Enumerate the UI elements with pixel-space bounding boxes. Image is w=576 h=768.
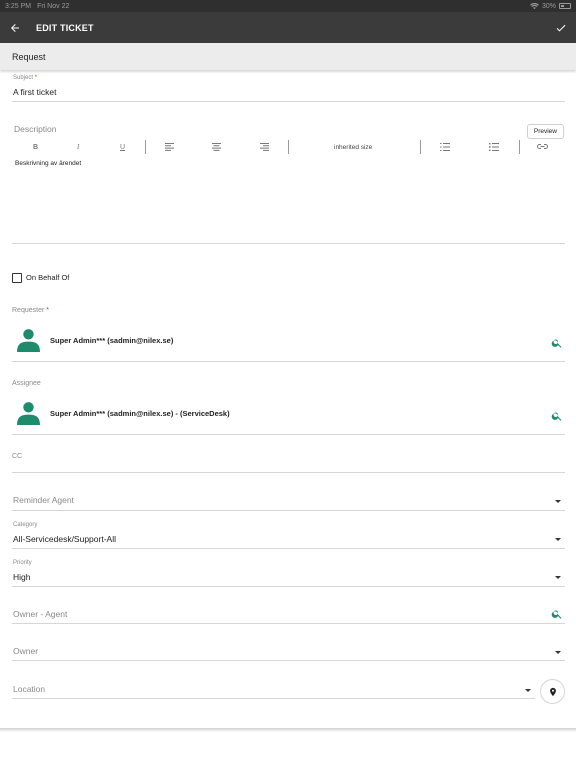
requester-name: Super Admin*** (sadmin@nilex.se) [50, 336, 174, 345]
chevron-down-icon[interactable] [555, 538, 561, 541]
align-center-icon[interactable] [212, 143, 221, 151]
map-pin-icon [549, 687, 556, 696]
search-icon[interactable] [551, 410, 563, 422]
search-icon[interactable] [551, 608, 563, 620]
back-button[interactable] [0, 22, 30, 34]
search-icon[interactable] [551, 337, 563, 349]
owner-agent-placeholder: Owner - Agent [13, 609, 68, 619]
underline-button[interactable]: U [120, 144, 125, 151]
align-right-icon[interactable] [260, 143, 269, 151]
numbered-list-icon[interactable] [489, 143, 499, 151]
assignee-field[interactable]: Super Admin*** (sadmin@nilex.se) - (Serv… [12, 393, 565, 435]
priority-select[interactable]: Priority High [12, 559, 565, 587]
section-header: Request [0, 43, 576, 70]
subject-input[interactable]: A first ticket [13, 87, 56, 97]
ticket-form: Subject * A first ticket Description Pre… [0, 70, 576, 730]
chevron-down-icon[interactable] [555, 651, 561, 654]
on-behalf-of-label: On Behalf Of [26, 273, 70, 282]
link-icon[interactable] [537, 143, 548, 150]
italic-button[interactable]: I [77, 143, 79, 151]
section-title: Request [12, 51, 46, 62]
wifi-icon [530, 2, 539, 9]
assignee-name: Super Admin*** (sadmin@nilex.se) - (Serv… [50, 409, 230, 418]
arrow-left-icon [11, 23, 19, 32]
assignee-label: Assignee [12, 380, 41, 387]
requester-label: Requester * [12, 307, 49, 314]
subject-label: Subject * [13, 75, 38, 81]
bullet-list-icon[interactable] [440, 143, 450, 151]
person-icon [17, 329, 40, 352]
status-time: 3:25 PM [5, 2, 32, 10]
font-size-select[interactable]: inherited size [334, 144, 372, 151]
owner-placeholder: Owner [13, 646, 39, 656]
toolbar-divider [145, 140, 146, 154]
save-button[interactable] [546, 22, 576, 34]
location-select[interactable]: Location [12, 680, 535, 699]
owner-agent-field[interactable]: Owner - Agent [12, 605, 565, 624]
subject-field[interactable]: Subject * A first ticket [12, 74, 565, 102]
battery-icon [559, 3, 571, 9]
editor-toolbar: B I U inherited size [12, 140, 565, 154]
status-bar: 3:25 PM Fri Nov 22 30% [0, 0, 576, 12]
align-left-icon[interactable] [165, 143, 174, 151]
description-editor[interactable]: Beskrivning av ärendet [15, 160, 81, 167]
location-pin-button[interactable] [540, 679, 565, 704]
cc-label: CC [12, 453, 23, 460]
cc-field[interactable]: CC [12, 452, 565, 473]
on-behalf-of-checkbox[interactable] [12, 273, 22, 283]
chevron-down-icon[interactable] [555, 576, 561, 579]
reminder-agent-placeholder: Reminder Agent [13, 495, 74, 505]
checkmark-icon [556, 24, 566, 31]
battery-percent: 30% [541, 2, 556, 10]
description-label: Description [14, 124, 57, 134]
toolbar-divider [519, 140, 520, 154]
category-value: All-Servicedesk/Support-All [13, 534, 116, 544]
preview-button[interactable]: Preview [526, 124, 564, 139]
editor-bottom-border [12, 243, 565, 244]
form-bottom-edge [0, 728, 576, 732]
status-date: Fri Nov 22 [37, 2, 70, 10]
person-icon [17, 402, 40, 425]
toolbar-divider [420, 140, 421, 154]
category-select[interactable]: Category All-Servicedesk/Support-All [12, 521, 565, 549]
chevron-down-icon[interactable] [525, 689, 531, 692]
category-label: Category [13, 522, 38, 528]
priority-value: High [13, 572, 31, 582]
location-placeholder: Location [13, 684, 46, 694]
chevron-down-icon[interactable] [555, 500, 561, 503]
owner-select[interactable]: Owner [12, 642, 565, 661]
requester-field[interactable]: Super Admin*** (sadmin@nilex.se) [12, 320, 565, 362]
bold-button[interactable]: B [33, 144, 38, 151]
toolbar-divider [288, 140, 289, 154]
app-bar: EDIT TICKET [0, 12, 576, 43]
reminder-agent-select[interactable]: Reminder Agent [12, 492, 565, 511]
page-title: EDIT TICKET [36, 22, 94, 33]
priority-label: Priority [13, 560, 32, 566]
